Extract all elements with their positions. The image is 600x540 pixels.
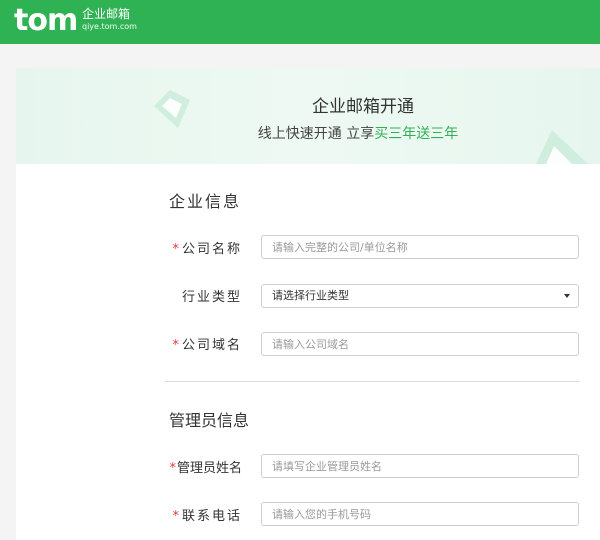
logo-cn-text: 企业邮箱 (82, 7, 131, 21)
admin-name-label: *管理员姓名 (158, 457, 242, 476)
company-name-input[interactable] (261, 235, 579, 259)
required-asterisk: * (172, 509, 181, 524)
logo-domain-text: qiye.tom.com (82, 22, 137, 31)
company-name-label-text: 公司名称 (181, 242, 242, 257)
company-info-heading: 企业信息 (169, 192, 242, 211)
section-divider (165, 381, 580, 382)
required-asterisk: * (169, 461, 176, 476)
phone-input[interactable] (261, 502, 579, 526)
banner-subtitle-prefix: 线上快速开通 立享 (257, 126, 375, 142)
admin-info-heading: 管理员信息 (169, 411, 250, 430)
industry-label-text: 行业类型 (181, 290, 242, 305)
banner-promo-highlight: 买三年送三年 (374, 126, 459, 142)
phone-label: *联系电话 (158, 505, 242, 524)
banner-subtitle: 线上快速开通 立享买三年送三年 (16, 123, 600, 143)
top-header-bar: tom 企业邮箱 qiye.tom.com (0, 0, 600, 44)
phone-label-text: 联系电话 (181, 509, 242, 524)
company-domain-label-text: 公司域名 (181, 338, 242, 353)
admin-name-label-text: 管理员姓名 (176, 461, 242, 476)
tom-logo[interactable]: tom (14, 4, 78, 38)
company-domain-input[interactable] (261, 332, 579, 356)
company-domain-label: *公司域名 (158, 334, 242, 353)
banner-title: 企业邮箱开通 (312, 97, 414, 117)
promo-banner: 企业邮箱开通 线上快速开通 立享买三年送三年 (16, 68, 600, 164)
industry-select-value: 请选择行业类型 (272, 289, 349, 302)
required-asterisk: * (172, 242, 181, 257)
required-asterisk: * (172, 338, 181, 353)
admin-name-input[interactable] (261, 454, 579, 478)
logo-subtitle: 企业邮箱 qiye.tom.com (82, 8, 137, 31)
signup-form-card: 企业邮箱开通 线上快速开通 立享买三年送三年 企业信息 *公司名称 行业类型 请… (16, 68, 600, 540)
company-name-label: *公司名称 (158, 238, 242, 257)
chevron-down-icon (564, 294, 570, 298)
industry-select[interactable]: 请选择行业类型 (261, 284, 579, 308)
industry-label: 行业类型 (158, 286, 242, 305)
